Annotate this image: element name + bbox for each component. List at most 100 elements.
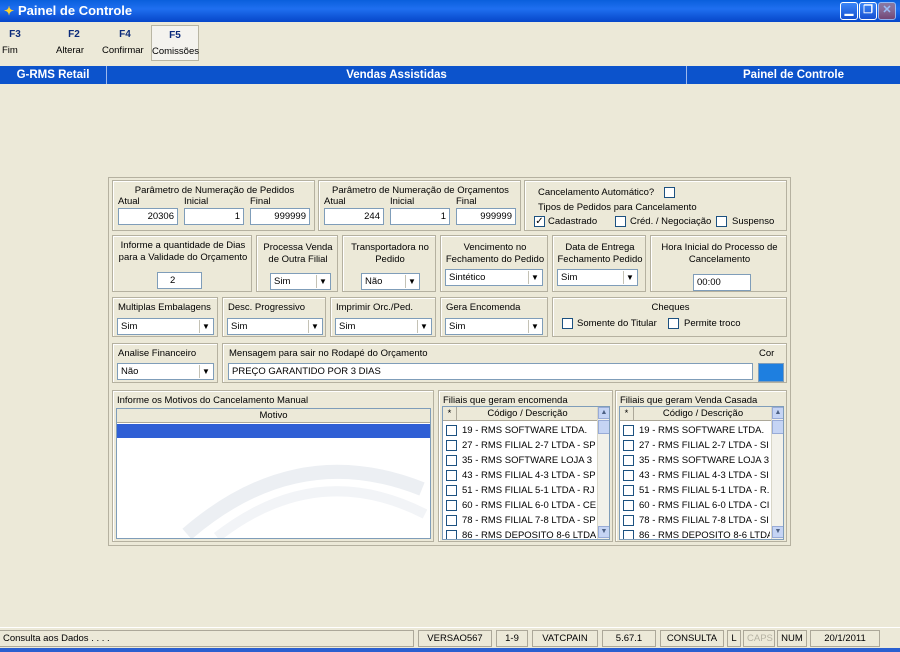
processa-label-2: de Outra Filial [268, 254, 328, 265]
motivos-list[interactable]: Motivo [116, 408, 431, 539]
list-item[interactable]: 19 - RMS SOFTWARE LTDA. [462, 424, 596, 439]
list-item[interactable]: 78 - RMS FILIAL 7-8 LTDA - SP [462, 514, 596, 529]
row-checkbox[interactable] [446, 470, 457, 481]
row-checkbox[interactable] [623, 530, 634, 539]
list-item[interactable]: 86 - RMS DEPOSITO 8-6 LTDA [639, 529, 770, 539]
orcamentos-atual-input[interactable]: 244 [324, 208, 384, 225]
financeiro-group: Analise Financeiro Não ▼ [112, 343, 218, 383]
chevron-down-icon: ▼ [417, 320, 430, 333]
codigo-column-header: Código / Descrição [662, 408, 744, 419]
row-checkbox[interactable] [623, 470, 634, 481]
row-checkbox[interactable] [446, 485, 457, 496]
row-checkbox[interactable] [446, 500, 457, 511]
suspenso-label: Suspenso [732, 216, 775, 227]
filiais-casada-scrollbar[interactable]: ▲ ▼ [771, 407, 783, 539]
cadastrado-checkbox[interactable]: ✓ [534, 216, 545, 227]
filiais-encomenda-scrollbar[interactable]: ▲ ▼ [597, 407, 609, 539]
encomenda-label: Gera Encomenda [446, 302, 521, 313]
cancelamento-auto-checkbox[interactable] [664, 187, 675, 198]
list-item[interactable]: 27 - RMS FILIAL 2-7 LTDA - SI [639, 439, 770, 454]
entrega-group: Data de Entrega Fechamento Pedido Sim ▼ [552, 235, 646, 292]
list-item[interactable]: 35 - RMS SOFTWARE LOJA 3 [639, 454, 770, 469]
hora-label-2: Cancelamento [688, 254, 751, 265]
somente-titular-checkbox[interactable] [562, 318, 573, 329]
list-item[interactable]: 19 - RMS SOFTWARE LTDA. [639, 424, 770, 439]
row-checkbox[interactable] [446, 530, 457, 539]
maximize-button[interactable]: ❐ [859, 2, 877, 20]
list-item[interactable]: 43 - RMS FILIAL 4-3 LTDA - SI [639, 469, 770, 484]
orcamentos-final-input[interactable]: 999999 [456, 208, 516, 225]
desconto-select[interactable]: Sim ▼ [227, 318, 323, 335]
validade-label-2: para a Validade do Orçamento [118, 252, 248, 263]
pedidos-atual-input[interactable]: 20306 [118, 208, 178, 225]
star-column-header: * [443, 407, 457, 420]
list-item[interactable]: 51 - RMS FILIAL 5-1 LTDA - RJ [462, 484, 596, 499]
list-item[interactable]: 35 - RMS SOFTWARE LOJA 3 [462, 454, 596, 469]
row-checkbox[interactable] [623, 455, 634, 466]
motivos-group: Informe os Motivos do Cancelamento Manua… [112, 390, 434, 542]
status-l: L [727, 630, 741, 647]
list-item[interactable]: 60 - RMS FILIAL 6-0 LTDA - CE [462, 499, 596, 514]
scroll-thumb[interactable] [598, 420, 609, 434]
row-checkbox[interactable] [623, 425, 634, 436]
alterar-key: F2 [68, 29, 80, 40]
row-checkbox[interactable] [446, 515, 457, 526]
list-item[interactable]: 86 - RMS DEPOSITO 8-6 LTDA [462, 529, 596, 539]
motivos-selected-row[interactable] [117, 424, 430, 438]
row-checkbox[interactable] [446, 455, 457, 466]
fim-button[interactable]: F3 Fim [2, 25, 28, 61]
minimize-button[interactable]: ▁ [840, 2, 858, 20]
row-checkbox[interactable] [446, 425, 457, 436]
alterar-button[interactable]: F2 Alterar [56, 25, 92, 61]
status-range: 1-9 [496, 630, 528, 647]
pedidos-final-input[interactable]: 999999 [250, 208, 310, 225]
entrega-select[interactable]: Sim ▼ [557, 269, 638, 286]
pedidos-inicial-label: Inicial [184, 196, 209, 207]
row-checkbox[interactable] [623, 485, 634, 496]
scroll-up-icon[interactable]: ▲ [598, 407, 609, 419]
validade-input[interactable]: 2 [157, 272, 202, 289]
mensagem-input[interactable]: PREÇO GARANTIDO POR 3 DIAS [228, 363, 753, 380]
row-checkbox[interactable] [623, 440, 634, 451]
vencimento-select[interactable]: Sintético ▼ [445, 269, 543, 286]
list-item[interactable]: 60 - RMS FILIAL 6-0 LTDA - CI [639, 499, 770, 514]
transportadora-select[interactable]: Não ▼ [361, 273, 420, 290]
financeiro-label: Analise Financeiro [118, 348, 197, 359]
encomenda-select[interactable]: Sim ▼ [445, 318, 543, 335]
close-button[interactable]: ✕ [878, 2, 896, 20]
cor-swatch[interactable] [758, 363, 784, 382]
vencimento-label-1: Vencimento no [463, 242, 527, 253]
filiais-casada-list[interactable]: * Código / Descrição 19 - RMS SOFTWARE L… [619, 406, 784, 540]
scroll-down-icon[interactable]: ▼ [772, 526, 783, 538]
hora-group: Hora Inicial do Processo de Cancelamento… [650, 235, 787, 292]
embalagens-select[interactable]: Sim ▼ [117, 318, 214, 335]
financeiro-select[interactable]: Não ▼ [117, 363, 214, 380]
status-caps: CAPS [743, 630, 775, 647]
hora-input[interactable]: 00:00 [693, 274, 751, 291]
list-item[interactable]: 27 - RMS FILIAL 2-7 LTDA - SP [462, 439, 596, 454]
cred-negociacao-checkbox[interactable] [615, 216, 626, 227]
comissoes-key: F5 [169, 30, 181, 41]
list-item[interactable]: 78 - RMS FILIAL 7-8 LTDA - SI [639, 514, 770, 529]
scroll-thumb[interactable] [772, 420, 783, 434]
confirmar-button[interactable]: F4 Confirmar [102, 25, 148, 61]
row-checkbox[interactable] [623, 500, 634, 511]
orcamentos-inicial-input[interactable]: 1 [390, 208, 450, 225]
row-checkbox[interactable] [623, 515, 634, 526]
comissoes-button[interactable]: F5 Comissões [151, 25, 199, 61]
row-checkbox[interactable] [446, 440, 457, 451]
pedidos-inicial-input[interactable]: 1 [184, 208, 244, 225]
processa-select[interactable]: Sim ▼ [270, 273, 331, 290]
scroll-down-icon[interactable]: ▼ [598, 526, 609, 538]
filiais-encomenda-group: Filiais que geram encomenda * Código / D… [438, 390, 613, 542]
suspenso-checkbox[interactable] [716, 216, 727, 227]
list-item[interactable]: 43 - RMS FILIAL 4-3 LTDA - SP [462, 469, 596, 484]
scroll-up-icon[interactable]: ▲ [772, 407, 783, 419]
filiais-encomenda-list[interactable]: * Código / Descrição 19 - RMS SOFTWARE L… [442, 406, 610, 540]
imprimir-select[interactable]: Sim ▼ [335, 318, 432, 335]
toolbar: F3 Fim F2 Alterar F4 Confirmar F5 Comiss… [0, 22, 900, 65]
list-item[interactable]: 51 - RMS FILIAL 5-1 LTDA - R. [639, 484, 770, 499]
chevron-down-icon: ▼ [623, 271, 636, 284]
permite-troco-checkbox[interactable] [668, 318, 679, 329]
cancelamento-group: Cancelamento Automático? Tipos de Pedido… [524, 180, 787, 231]
